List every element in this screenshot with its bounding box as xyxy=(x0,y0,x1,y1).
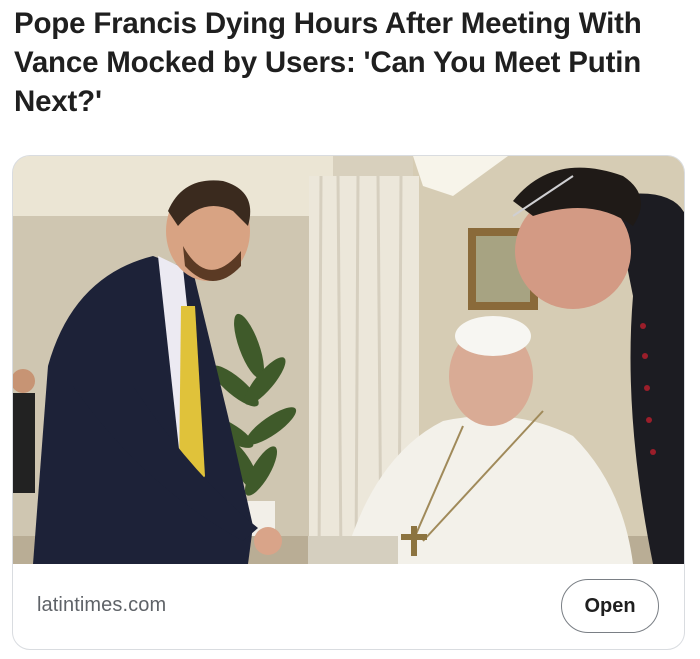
open-button[interactable]: Open xyxy=(561,579,659,633)
post-headline[interactable]: Pope Francis Dying Hours After Meeting W… xyxy=(14,4,690,121)
article-thumbnail[interactable] xyxy=(13,156,684,564)
thumbnail-photo xyxy=(13,156,684,564)
card-footer: latintimes.com Open xyxy=(13,564,684,649)
source-domain: latintimes.com xyxy=(37,594,167,616)
link-preview-card[interactable]: latintimes.com Open xyxy=(12,155,685,650)
